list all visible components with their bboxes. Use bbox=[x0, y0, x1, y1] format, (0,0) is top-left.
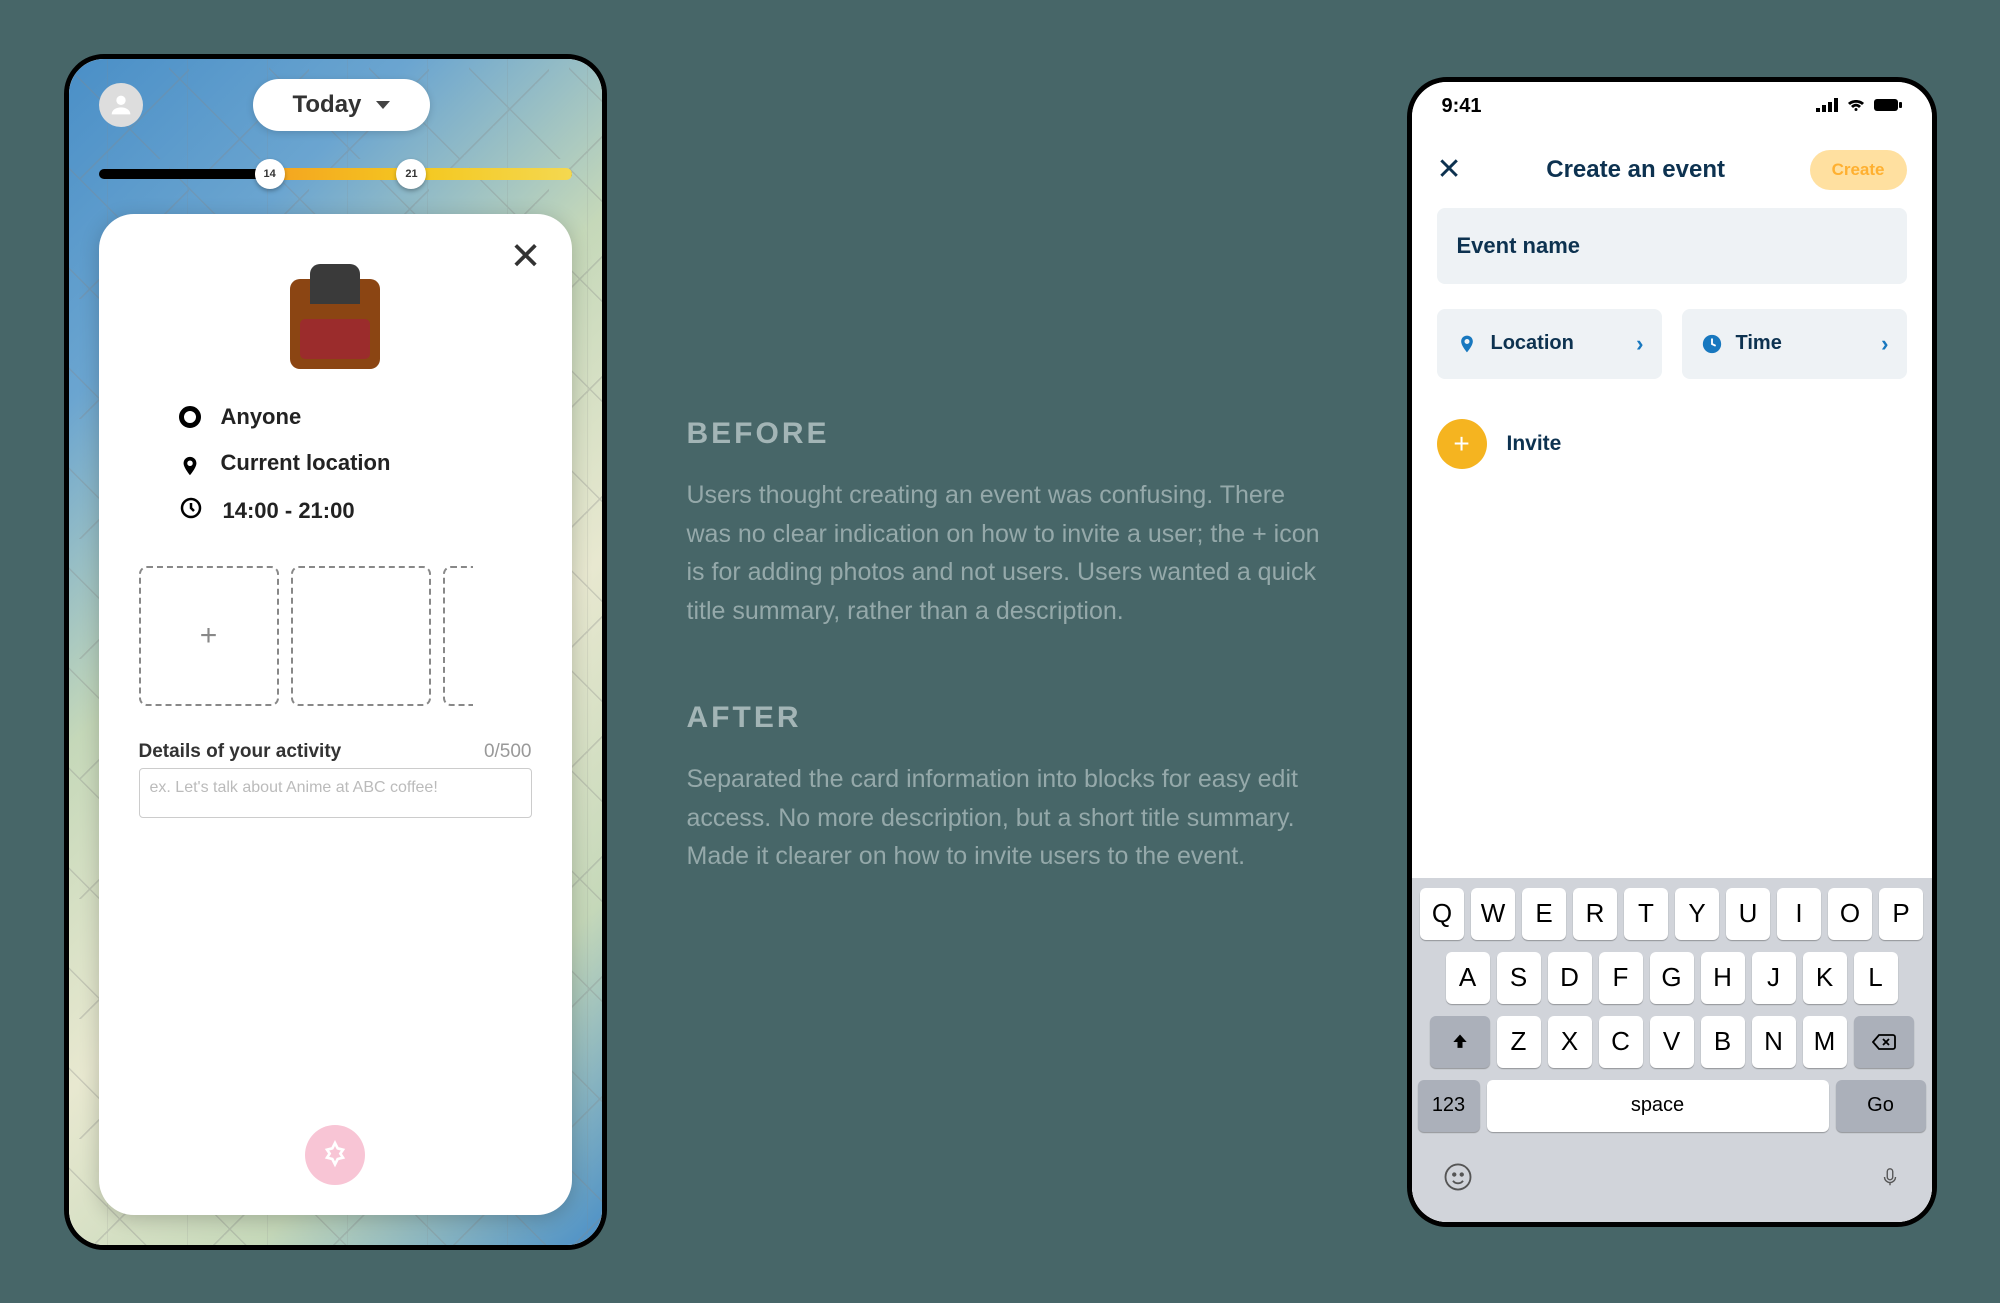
key-o[interactable]: O bbox=[1828, 888, 1872, 940]
key-q[interactable]: Q bbox=[1420, 888, 1464, 940]
backspace-key[interactable] bbox=[1854, 1016, 1914, 1068]
key-k[interactable]: K bbox=[1803, 952, 1847, 1004]
today-label: Today bbox=[293, 91, 362, 119]
go-key[interactable]: Go bbox=[1836, 1080, 1926, 1132]
photo-placeholder[interactable] bbox=[443, 566, 473, 706]
numbers-key[interactable]: 123 bbox=[1418, 1080, 1480, 1132]
mic-icon[interactable] bbox=[1879, 1162, 1901, 1197]
key-r[interactable]: R bbox=[1573, 888, 1617, 940]
time-range-slider[interactable]: 14 21 bbox=[99, 169, 572, 189]
key-h[interactable]: H bbox=[1701, 952, 1745, 1004]
status-time: 9:41 bbox=[1442, 95, 1482, 118]
space-key[interactable]: space bbox=[1487, 1080, 1829, 1132]
emoji-icon[interactable] bbox=[1443, 1162, 1473, 1197]
radio-icon bbox=[179, 406, 201, 428]
key-v[interactable]: V bbox=[1650, 1016, 1694, 1068]
close-button[interactable]: ✕ bbox=[1437, 152, 1462, 187]
page-title: Create an event bbox=[1546, 156, 1725, 184]
key-z[interactable]: Z bbox=[1497, 1016, 1541, 1068]
slider-start-handle[interactable]: 14 bbox=[255, 159, 285, 189]
key-f[interactable]: F bbox=[1599, 952, 1643, 1004]
status-bar: 9:41 bbox=[1412, 82, 1932, 132]
character-avatar bbox=[290, 279, 380, 369]
key-c[interactable]: C bbox=[1599, 1016, 1643, 1068]
key-i[interactable]: I bbox=[1777, 888, 1821, 940]
signal-icon bbox=[1816, 95, 1838, 118]
shift-key[interactable] bbox=[1430, 1016, 1490, 1068]
before-heading: BEFORE bbox=[687, 417, 1327, 451]
key-l[interactable]: L bbox=[1854, 952, 1898, 1004]
user-avatar-icon[interactable] bbox=[99, 83, 143, 127]
key-m[interactable]: M bbox=[1803, 1016, 1847, 1068]
visibility-row[interactable]: Anyone bbox=[179, 394, 492, 440]
key-b[interactable]: B bbox=[1701, 1016, 1745, 1068]
clock-icon bbox=[1700, 332, 1724, 356]
after-heading: AFTER bbox=[687, 701, 1327, 735]
key-n[interactable]: N bbox=[1752, 1016, 1796, 1068]
event-name-input[interactable]: Event name bbox=[1437, 208, 1907, 284]
key-g[interactable]: G bbox=[1650, 952, 1694, 1004]
key-p[interactable]: P bbox=[1879, 888, 1923, 940]
key-j[interactable]: J bbox=[1752, 952, 1796, 1004]
create-button[interactable]: Create bbox=[1810, 150, 1907, 190]
comparison-copy: BEFORE Users thought creating an event w… bbox=[687, 357, 1327, 946]
invite-row[interactable]: + Invite bbox=[1437, 409, 1907, 479]
after-body: Separated the card information into bloc… bbox=[687, 760, 1327, 876]
location-pin-icon bbox=[1455, 332, 1479, 356]
key-u[interactable]: U bbox=[1726, 888, 1770, 940]
key-e[interactable]: E bbox=[1522, 888, 1566, 940]
key-x[interactable]: X bbox=[1548, 1016, 1592, 1068]
create-event-card: ✕ Anyone Current location 14:00 - 21:00 bbox=[99, 214, 572, 1215]
details-label: Details of your activity bbox=[139, 741, 342, 763]
chevron-right-icon: › bbox=[1881, 331, 1888, 357]
after-phone-mockup: 9:41 ✕ Create an event Create Event name bbox=[1407, 77, 1937, 1227]
key-a[interactable]: A bbox=[1446, 952, 1490, 1004]
details-textarea[interactable]: ex. Let's talk about Anime at ABC coffee… bbox=[139, 768, 532, 818]
close-button[interactable]: ✕ bbox=[510, 234, 542, 279]
before-phone-mockup: Today 14 21 ✕ Anyone Current location bbox=[64, 54, 607, 1250]
caret-down-icon bbox=[376, 101, 390, 109]
keyboard: QWERTYUIOP ASDFGHJKL ZXCVBNM 123 space G… bbox=[1412, 878, 1932, 1222]
before-body: Users thought creating an event was conf… bbox=[687, 476, 1327, 631]
character-count: 0/500 bbox=[484, 741, 532, 763]
time-row[interactable]: 14:00 - 21:00 bbox=[179, 486, 492, 536]
slider-end-handle[interactable]: 21 bbox=[396, 159, 426, 189]
key-d[interactable]: D bbox=[1548, 952, 1592, 1004]
battery-icon bbox=[1874, 95, 1902, 118]
pin-icon bbox=[179, 452, 201, 474]
location-block[interactable]: Location › bbox=[1437, 309, 1662, 379]
submit-fab[interactable] bbox=[305, 1125, 365, 1185]
key-y[interactable]: Y bbox=[1675, 888, 1719, 940]
key-s[interactable]: S bbox=[1497, 952, 1541, 1004]
wifi-icon bbox=[1846, 95, 1866, 118]
clock-icon bbox=[179, 496, 203, 526]
time-block[interactable]: Time › bbox=[1682, 309, 1907, 379]
key-w[interactable]: W bbox=[1471, 888, 1515, 940]
plus-icon: + bbox=[200, 619, 218, 653]
add-photo-button[interactable]: + bbox=[139, 566, 279, 706]
key-t[interactable]: T bbox=[1624, 888, 1668, 940]
photo-placeholder[interactable] bbox=[291, 566, 431, 706]
date-selector[interactable]: Today bbox=[253, 79, 431, 131]
invite-plus-icon: + bbox=[1437, 419, 1487, 469]
location-row[interactable]: Current location bbox=[179, 440, 492, 486]
chevron-right-icon: › bbox=[1636, 331, 1643, 357]
